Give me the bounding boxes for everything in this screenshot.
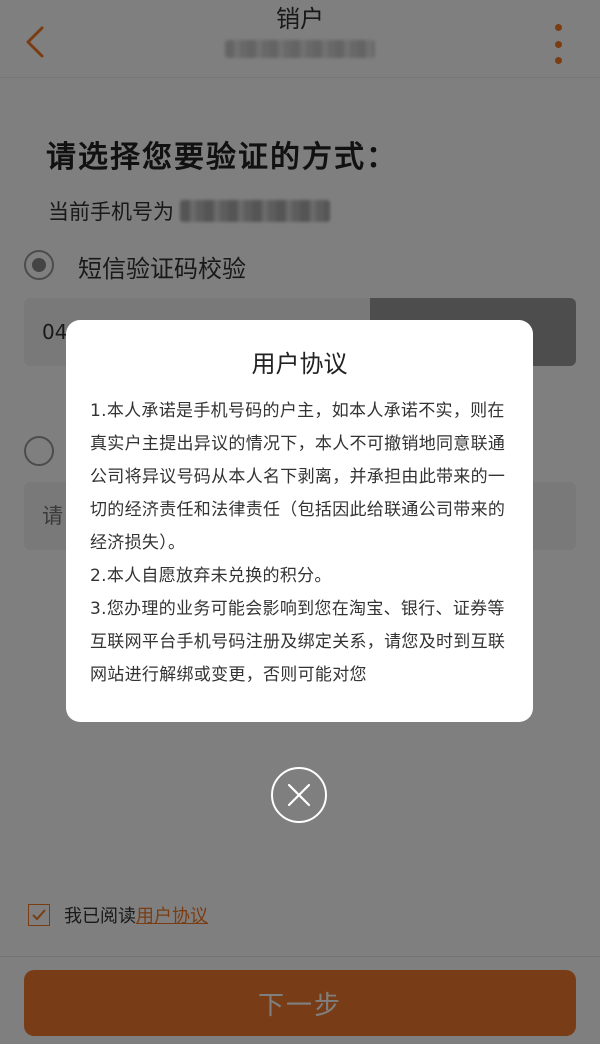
agreement-clause-1: 1.本人承诺是手机号码的户主，如本人承诺不实，则在真实户主提出异议的情况下，本人… <box>90 401 506 553</box>
page-root: 销户 请选择您要验证的方式： 当前手机号为 短信验证码校验 我已阅读 用户协议 … <box>0 0 600 1044</box>
dialog-close-button[interactable] <box>271 767 327 823</box>
close-circle-icon <box>287 783 311 807</box>
dialog-body[interactable]: 1.本人承诺是手机号码的户主，如本人承诺不实，则在真实户主提出异议的情况下，本人… <box>90 395 509 692</box>
user-agreement-dialog: 用户协议 1.本人承诺是手机号码的户主，如本人承诺不实，则在真实户主提出异议的情… <box>66 320 533 722</box>
dialog-title: 用户协议 <box>251 350 348 378</box>
agreement-clause-2: 2.本人自愿放弃未兑换的积分。 <box>90 566 332 586</box>
agreement-clause-3: 3.您办理的业务可能会影响到您在淘宝、银行、证券等互联网平台手机号码注册及绑定关… <box>90 599 506 685</box>
